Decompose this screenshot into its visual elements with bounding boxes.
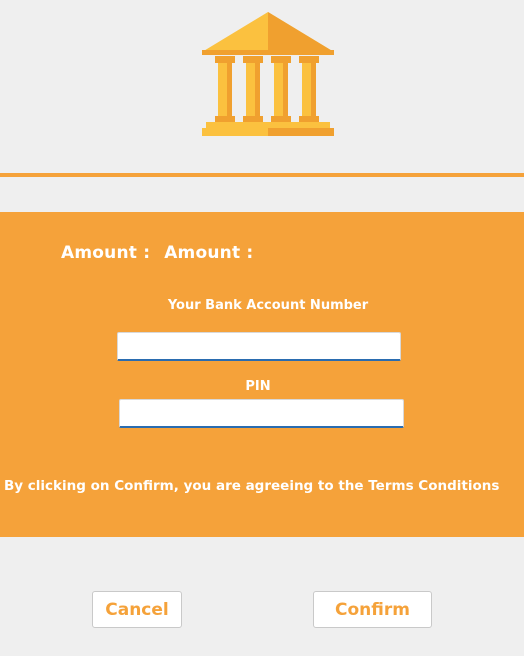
account-number-input[interactable] [117,332,401,361]
confirm-button[interactable]: Confirm [313,591,432,628]
cancel-button[interactable]: Cancel [92,591,182,628]
amount-label: Amount : [61,243,151,263]
amount-value: Amount : [164,243,254,263]
account-number-label: Your Bank Account Number [167,298,369,313]
bank-building-icon [202,12,334,136]
amount-row: Amount : Amount : [61,243,253,263]
terms-notice: By clicking on Confirm, you are agreeing… [4,478,500,494]
payment-panel: Amount : Amount : Your Bank Account Numbe… [0,212,524,537]
header-divider [0,173,524,177]
pin-label: PIN [245,379,271,394]
pin-input[interactable] [119,399,404,428]
